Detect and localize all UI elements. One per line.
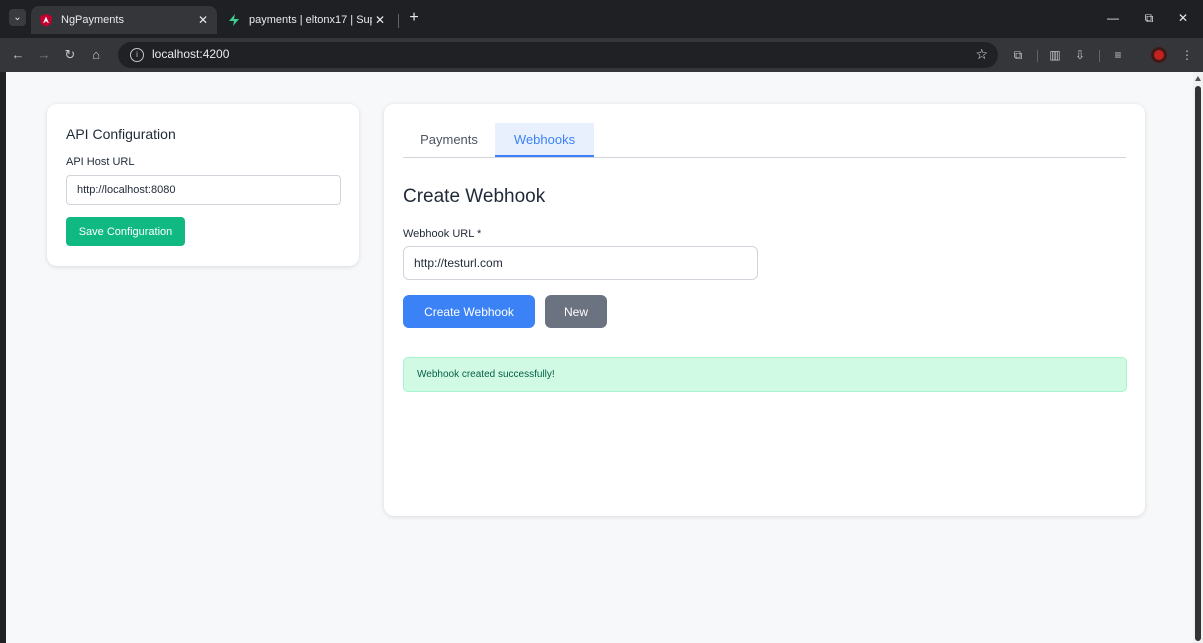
webhook-card: Payments Webhooks Create Webhook Webhook… xyxy=(384,104,1145,516)
create-webhook-button[interactable]: Create Webhook xyxy=(403,295,535,328)
reload-icon[interactable]: ↻ xyxy=(60,45,80,65)
tab-list-chevron-icon[interactable]: ⌄ xyxy=(9,9,26,26)
tab-webhooks[interactable]: Webhooks xyxy=(495,123,594,157)
browser-tab-ngpayments[interactable]: NgPayments ✕ xyxy=(31,6,217,34)
home-icon[interactable]: ⌂ xyxy=(86,45,106,65)
tab-payments[interactable]: Payments xyxy=(403,123,495,157)
forward-icon[interactable]: → xyxy=(34,45,54,65)
config-title: API Configuration xyxy=(66,126,176,142)
new-tab-button[interactable]: + xyxy=(405,9,423,27)
scroll-up-arrow-icon[interactable] xyxy=(1195,76,1201,81)
minimize-button[interactable]: — xyxy=(1098,8,1128,28)
tab-title: payments | eltonx17 | Supabase xyxy=(249,14,372,26)
webhook-url-input[interactable] xyxy=(403,246,758,280)
extensions-icon[interactable]: ⧉ xyxy=(1009,46,1027,64)
supabase-favicon-icon xyxy=(227,13,241,27)
api-config-card: API Configuration API Host URL Save Conf… xyxy=(47,104,359,266)
page-title: Create Webhook xyxy=(403,186,546,207)
success-alert: Webhook created successfully! xyxy=(403,357,1127,392)
scrollbar-thumb[interactable] xyxy=(1195,86,1201,641)
angular-favicon-icon xyxy=(39,13,53,27)
restore-button[interactable]: ⧉ xyxy=(1134,8,1164,28)
page-scrollbar[interactable] xyxy=(1193,72,1203,643)
toolbar-divider xyxy=(1037,50,1038,62)
menu-icon[interactable]: ⋮ xyxy=(1178,46,1196,64)
tab-title: NgPayments xyxy=(61,14,124,26)
toolbar-divider xyxy=(1099,50,1100,62)
save-configuration-button[interactable]: Save Configuration xyxy=(66,217,185,246)
new-button[interactable]: New xyxy=(545,295,607,328)
back-icon[interactable]: ← xyxy=(8,45,28,65)
downloads-icon[interactable]: ⇩ xyxy=(1071,46,1089,64)
page-tabs: Payments Webhooks xyxy=(403,123,1126,158)
close-tab-icon[interactable]: ✕ xyxy=(195,13,211,27)
api-host-input[interactable] xyxy=(66,175,341,205)
webhook-url-label: Webhook URL * xyxy=(403,228,482,240)
close-tab-icon[interactable]: ✕ xyxy=(372,13,388,27)
tab-divider xyxy=(398,14,399,28)
sidebar-icon[interactable]: ▥ xyxy=(1046,46,1064,64)
site-info-icon[interactable]: i xyxy=(130,48,144,62)
profile-icon[interactable] xyxy=(1151,47,1167,63)
close-window-button[interactable]: ✕ xyxy=(1168,8,1198,28)
api-host-label: API Host URL xyxy=(66,156,135,168)
browser-tab-supabase[interactable]: payments | eltonx17 | Supabase ✕ xyxy=(219,6,394,34)
star-icon[interactable]: ☆ xyxy=(975,46,988,63)
browser-toolbar: ← → ↻ ⌂ i localhost:4200 ☆ ⧉ ▥ ⇩ ≡ ⋮ xyxy=(0,38,1203,72)
address-bar[interactable]: i localhost:4200 ☆ xyxy=(118,42,998,68)
address-url[interactable]: localhost:4200 xyxy=(152,47,229,61)
browser-tab-strip: ⌄ NgPayments ✕ payments | eltonx17 | Sup… xyxy=(0,0,1203,38)
page-viewport: API Configuration API Host URL Save Conf… xyxy=(6,72,1193,643)
tab-search-icon[interactable]: ≡ xyxy=(1109,46,1127,64)
